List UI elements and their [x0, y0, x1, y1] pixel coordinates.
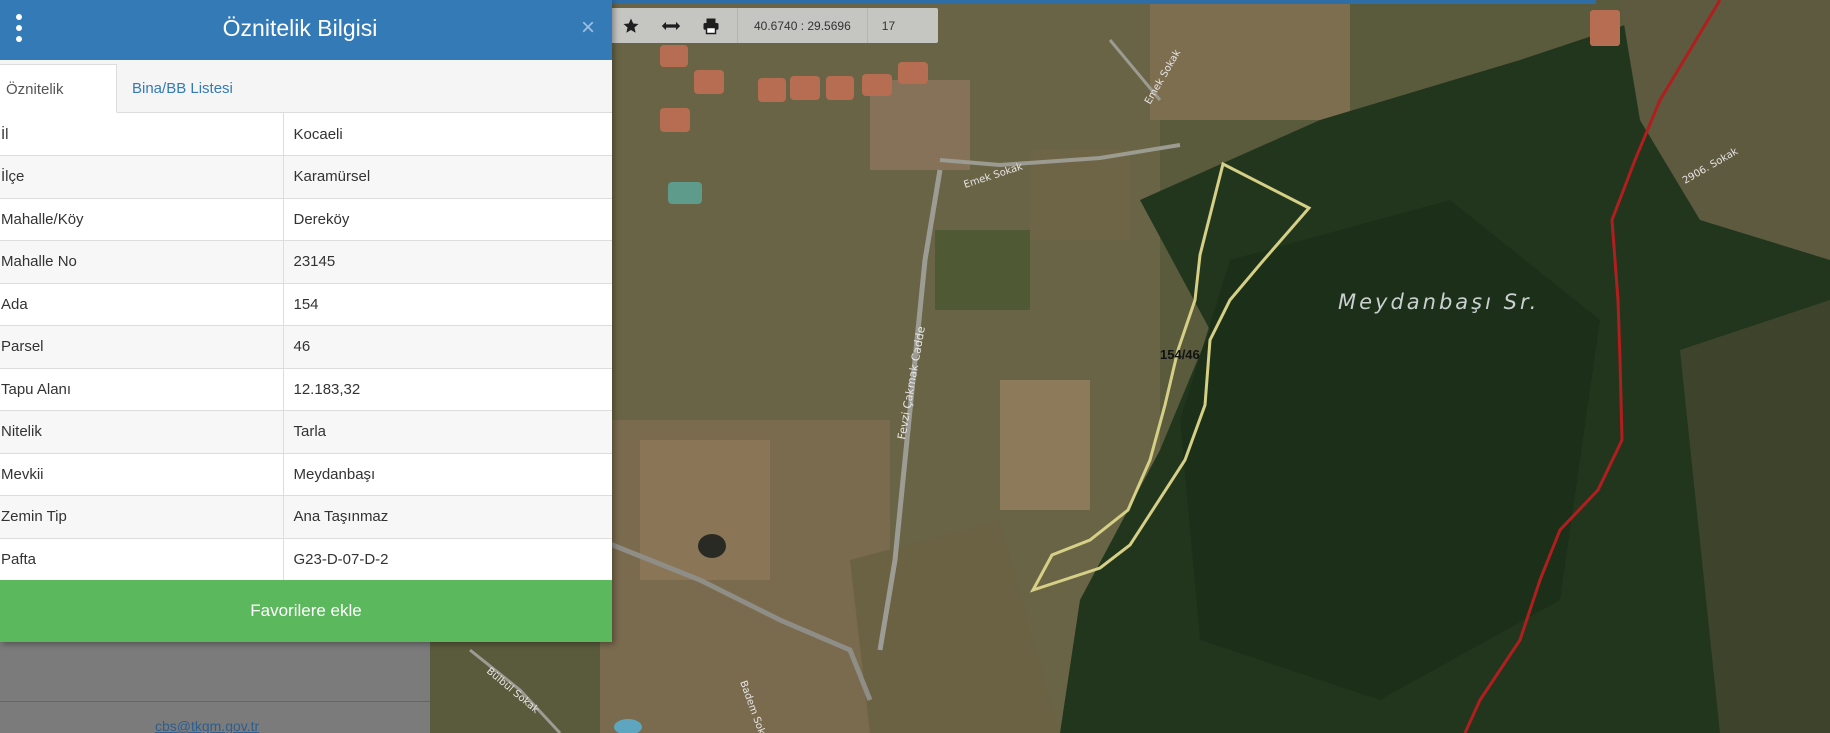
table-row: Tapu Alanı 12.183,32 — [0, 368, 612, 411]
attr-key: Nitelik — [0, 410, 284, 454]
attr-key: Mahalle/Köy — [0, 198, 284, 241]
close-icon[interactable]: × — [578, 15, 598, 41]
attr-value: Dereköy — [283, 198, 612, 241]
table-row: Ada 154 — [0, 283, 612, 326]
attr-value: Tarla — [283, 410, 612, 454]
attr-key: Tapu Alanı — [0, 368, 284, 411]
attr-key: Ada — [0, 283, 284, 326]
attr-key: Pafta — [0, 538, 284, 581]
popup-header: Öznitelik Bilgisi × — [0, 0, 612, 60]
tab-attribute-info[interactable]: Öznitelik Bilgisi — [0, 64, 117, 147]
coordinate-readout: 40.6740 : 29.5696 — [737, 8, 868, 43]
attr-value: Meydanbaşı — [283, 453, 612, 496]
divider — [0, 701, 430, 702]
attr-value: Kocaeli — [283, 113, 612, 156]
table-row: Mahalle No 23145 — [0, 240, 612, 284]
attr-value: Ana Taşınmaz — [283, 495, 612, 539]
attr-key: İlçe — [0, 155, 284, 199]
horizontal-arrows-icon[interactable] — [651, 8, 691, 43]
area-label: Meydanbaşı Sr. — [1338, 290, 1539, 314]
attr-value: 46 — [283, 325, 612, 369]
table-row: Mevkii Meydanbaşı — [0, 453, 612, 496]
attr-value: 154 — [283, 283, 612, 326]
popup-tabs: Öznitelik Bilgisi Bina/BB Listesi — [0, 60, 612, 147]
table-row: İl Kocaeli — [0, 113, 612, 156]
attr-key: Parsel — [0, 325, 284, 369]
table-row: Parsel 46 — [0, 325, 612, 369]
attr-key: Zemin Tip — [0, 495, 284, 539]
tab-building-list[interactable]: Bina/BB Listesi — [122, 64, 243, 113]
attribute-table: İl Kocaeli İlçe Karamürsel Mahalle/Köy Dere… — [0, 113, 612, 581]
table-row: Nitelik Tarla — [0, 410, 612, 454]
attr-value: G23-D-07-D-2 — [283, 538, 612, 581]
zoom-level: 17 — [881, 18, 896, 33]
attr-value: 12.183,32 — [283, 368, 612, 411]
contact-email-link[interactable]: cbs@tkgm.gov.tr — [155, 718, 259, 733]
star-icon[interactable] — [611, 8, 651, 43]
add-to-favorites-button[interactable]: Favorilere ekle — [0, 580, 612, 642]
parcel-label: 154/46 — [1160, 347, 1200, 362]
table-row: Pafta G23-D-07-D-2 — [0, 538, 612, 581]
print-icon[interactable] — [691, 8, 731, 43]
attr-key: İl — [0, 113, 284, 156]
table-row: İlçe Karamürsel — [0, 155, 612, 199]
popup-title: Öznitelik Bilgisi — [222, 15, 378, 41]
attr-value: 23145 — [283, 240, 612, 284]
table-row: Zemin Tip Ana Taşınmaz — [0, 495, 612, 539]
attribute-popup: Öznitelik Bilgisi × Öznitelik Bilgisi Bi… — [0, 0, 612, 642]
attr-key: Mahalle No — [0, 240, 284, 284]
attr-value: Karamürsel — [283, 155, 612, 199]
attr-key: Mevkii — [0, 453, 284, 496]
table-row: Mahalle/Köy Dereköy — [0, 198, 612, 241]
map-top-border — [611, 0, 1596, 4]
map-toolbar: 40.6740 : 29.5696 17 — [611, 8, 938, 43]
